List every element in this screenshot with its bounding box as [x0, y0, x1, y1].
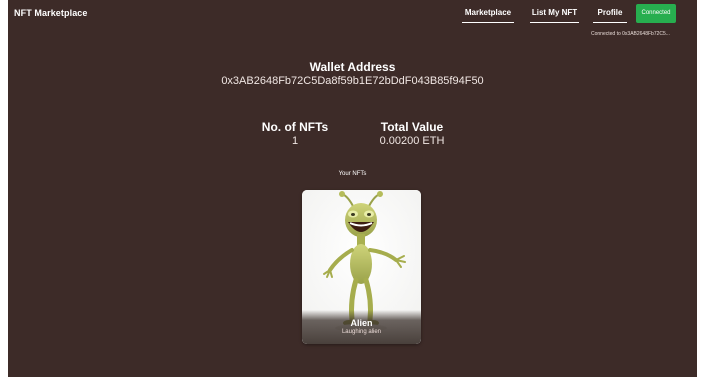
nav-link-marketplace[interactable]: Marketplace — [462, 8, 514, 23]
nft-card-description: Laughing alien — [341, 329, 382, 335]
brand-title: NFT Marketplace — [14, 8, 88, 18]
total-value-label: Total Value — [380, 120, 444, 134]
connect-wallet-button[interactable]: Connected — [636, 4, 676, 23]
wallet-address-title: Wallet Address — [309, 60, 396, 74]
nav-link-list-my-nft[interactable]: List My NFT — [530, 8, 579, 23]
nft-card[interactable]: Alien Laughing alien — [302, 190, 421, 344]
nft-card-caption: Alien Laughing alien — [302, 310, 421, 344]
your-nfts-heading: Your NFTs — [338, 171, 367, 177]
nft-card-name: Alien — [350, 318, 373, 328]
nft-count-label: No. of NFTs — [261, 120, 329, 134]
app-container: NFT Marketplace Marketplace List My NFT … — [8, 0, 697, 377]
wallet-address-value: 0x3AB2648Fb72C5Da8f59b1E72bDdF043B85f94F… — [221, 75, 484, 87]
nft-count-value: 1 — [291, 135, 299, 147]
total-value-value: 0.00200 ETH — [379, 135, 445, 147]
nav-link-profile[interactable]: Profile — [593, 8, 627, 23]
connected-address-text: Connected to 0x3AB2648Fb72C5... — [591, 31, 670, 37]
